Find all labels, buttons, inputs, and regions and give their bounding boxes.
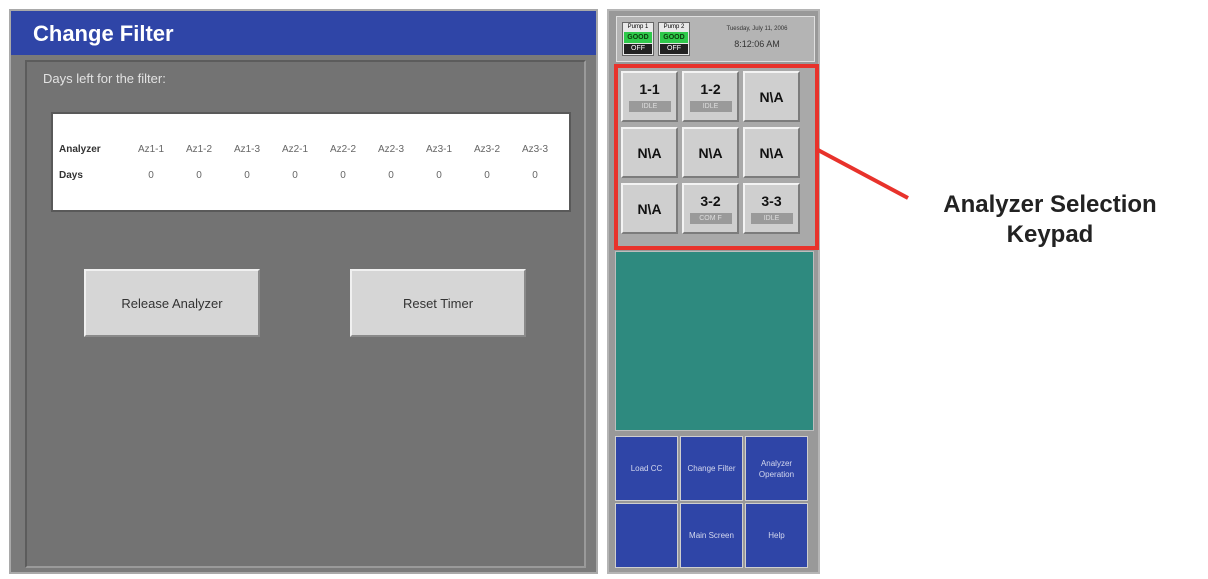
callout-line-1: Analyzer Selection xyxy=(943,191,1157,218)
callout-arrow xyxy=(817,148,909,200)
callout-line-2: Keypad xyxy=(1006,221,1094,248)
callout-label: Analyzer Selection Keypad xyxy=(892,190,1208,250)
